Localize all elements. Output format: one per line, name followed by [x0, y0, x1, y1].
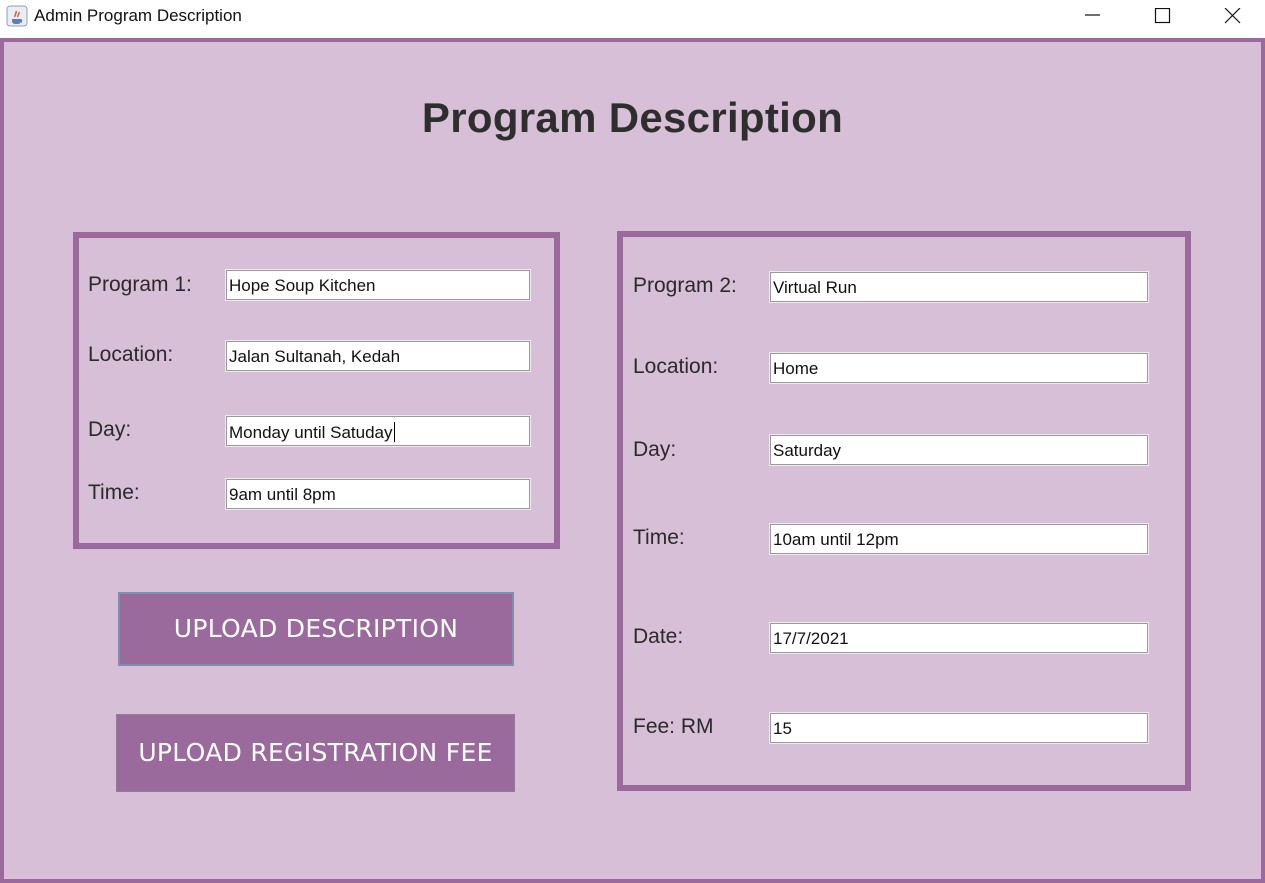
program1-day-field[interactable]: Monday until Satuday — [226, 416, 530, 446]
window-title: Admin Program Description — [34, 6, 242, 25]
program2-day-label: Day: — [633, 438, 677, 461]
text-caret — [393, 422, 395, 442]
program2-panel — [617, 231, 1191, 791]
program1-label: Program 1: — [88, 273, 192, 296]
program2-label: Program 2: — [633, 274, 737, 297]
window-title-bar: Admin Program Description — [0, 0, 1265, 38]
java-app-icon — [6, 5, 28, 27]
program2-location-field[interactable]: Home — [770, 353, 1148, 383]
maximize-button[interactable] — [1140, 0, 1186, 32]
program2-name-field[interactable]: Virtual Run — [770, 272, 1148, 302]
program2-time-label: Time: — [633, 526, 685, 549]
content-frame: Program Description Program 1: Hope Soup… — [0, 38, 1265, 883]
upload-registration-fee-button[interactable]: UPLOAD REGISTRATION FEE — [116, 714, 515, 792]
close-button[interactable] — [1210, 0, 1256, 32]
program2-date-label: Date: — [633, 625, 684, 648]
program1-time-label: Time: — [88, 481, 140, 504]
maximize-icon — [1154, 8, 1171, 24]
program2-time-field[interactable]: 10am until 12pm — [770, 524, 1148, 554]
close-icon — [1224, 8, 1241, 24]
program1-location-field[interactable]: Jalan Sultanah, Kedah — [226, 341, 530, 371]
program2-fee-label: Fee: RM — [633, 715, 714, 738]
program1-name-field[interactable]: Hope Soup Kitchen — [226, 270, 530, 300]
minimize-icon — [1085, 14, 1100, 16]
program1-day-value: Monday until Satuday — [229, 423, 393, 442]
page-title: Program Description — [421, 94, 844, 141]
program1-location-label: Location: — [88, 343, 174, 366]
upload-description-button[interactable]: UPLOAD DESCRIPTION — [118, 592, 514, 666]
minimize-button[interactable] — [1070, 0, 1116, 32]
program2-date-field[interactable]: 17/7/2021 — [770, 623, 1148, 653]
program2-location-label: Location: — [633, 355, 719, 378]
program1-day-label: Day: — [88, 418, 132, 441]
program2-fee-field[interactable]: 15 — [770, 713, 1148, 743]
program1-time-field[interactable]: 9am until 8pm — [226, 479, 530, 509]
program2-day-field[interactable]: Saturday — [770, 435, 1148, 465]
